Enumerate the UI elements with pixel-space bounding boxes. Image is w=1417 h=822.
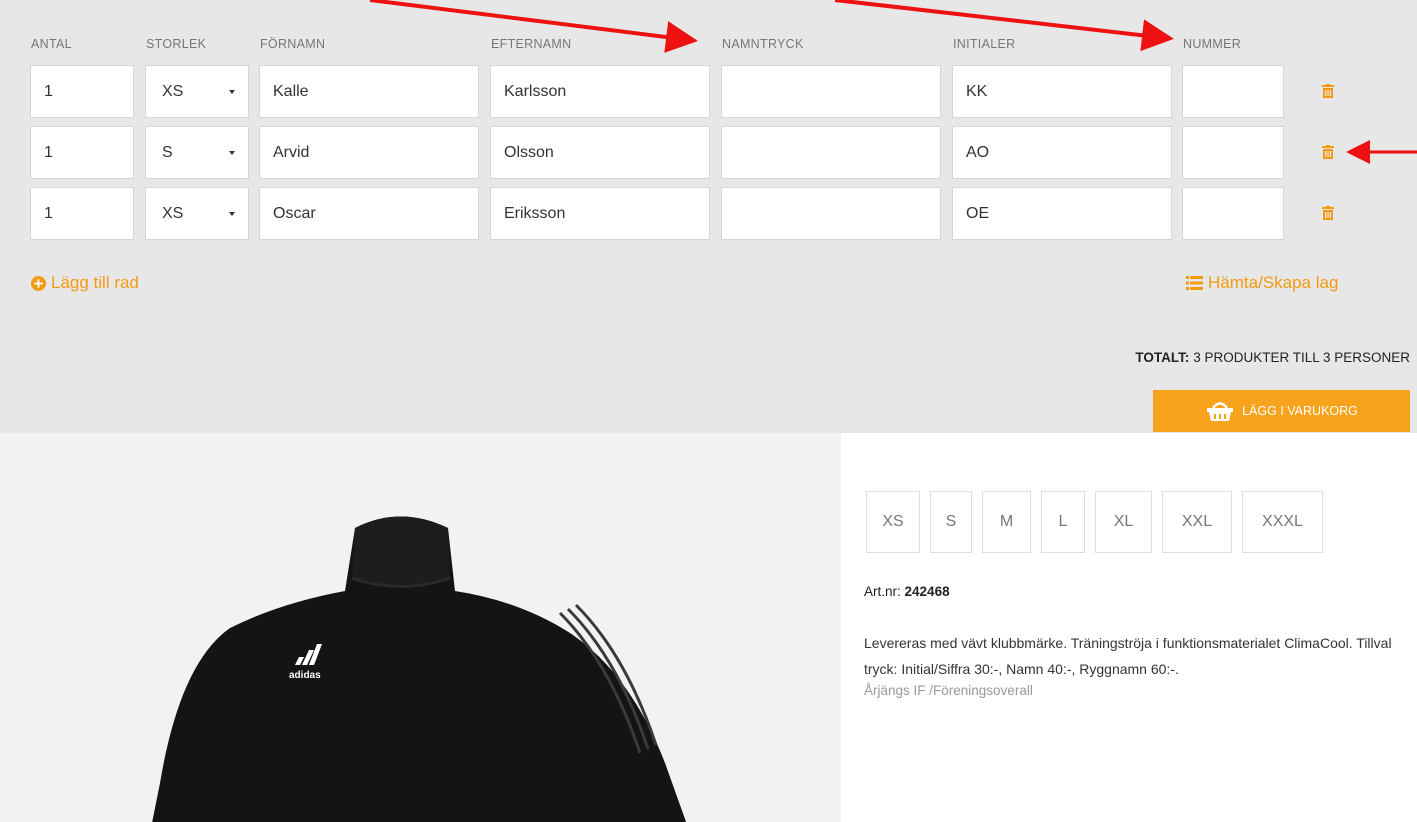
team-link[interactable]: Hämta/Skapa lag xyxy=(1186,273,1338,293)
col-header-nummer: NUMMER xyxy=(1183,37,1242,51)
artnr-label: Art.nr: xyxy=(864,584,901,599)
col-header-antal: ANTAL xyxy=(31,37,72,51)
nummer-input[interactable] xyxy=(1182,65,1284,118)
namntryck-input[interactable] xyxy=(721,126,941,179)
trash-icon[interactable] xyxy=(1322,145,1334,159)
order-panel: ANTAL STORLEK FÖRNAMN EFTERNAMN NAMNTRYC… xyxy=(0,0,1417,433)
add-row-label: Lägg till rad xyxy=(51,273,139,292)
jersey-image: adidas xyxy=(152,516,687,822)
chevron-down-icon xyxy=(229,212,235,216)
efternamn-input[interactable]: Karlsson xyxy=(490,65,710,118)
initialer-input[interactable]: OE xyxy=(952,187,1172,240)
chevron-down-icon xyxy=(229,151,235,155)
size-option-xs[interactable]: XS xyxy=(866,491,920,553)
total-label: TOTALT: xyxy=(1135,350,1190,365)
order-total: TOTALT: 3 PRODUKTER TILL 3 PERSONER xyxy=(1135,350,1410,365)
size-select[interactable]: XS xyxy=(145,187,249,240)
nummer-input[interactable] xyxy=(1182,187,1284,240)
fornamn-input[interactable]: Kalle xyxy=(259,65,479,118)
add-to-cart-button[interactable]: LÄGG I VARUKORG xyxy=(1153,390,1410,432)
logo-text: adidas xyxy=(289,670,321,681)
total-value: 3 PRODUKTER TILL 3 PERSONER xyxy=(1193,350,1410,365)
list-icon xyxy=(1186,276,1203,290)
size-select-value: XS xyxy=(162,83,184,100)
size-select[interactable]: XS xyxy=(145,65,249,118)
col-header-fornamn: FÖRNAMN xyxy=(260,37,326,51)
team-label: Hämta/Skapa lag xyxy=(1208,273,1339,292)
add-to-cart-label: LÄGG I VARUKORG xyxy=(1242,404,1358,418)
chevron-down-icon xyxy=(229,90,235,94)
antal-input[interactable]: 1 xyxy=(30,126,134,179)
efternamn-input[interactable]: Eriksson xyxy=(490,187,710,240)
size-option-xxl[interactable]: XXL xyxy=(1162,491,1232,553)
col-header-storlek: STORLEK xyxy=(146,37,207,51)
size-select-value: XS xyxy=(162,205,184,222)
trash-icon[interactable] xyxy=(1322,84,1334,98)
namntryck-input[interactable] xyxy=(721,65,941,118)
size-option-s[interactable]: S xyxy=(930,491,972,553)
size-select-value: S xyxy=(162,144,173,161)
basket-icon xyxy=(1207,402,1234,421)
fornamn-input[interactable]: Arvid xyxy=(259,126,479,179)
col-header-initialer: INITIALER xyxy=(953,37,1016,51)
initialer-input[interactable]: KK xyxy=(952,65,1172,118)
antal-input[interactable]: 1 xyxy=(30,65,134,118)
initialer-input[interactable]: AO xyxy=(952,126,1172,179)
size-select[interactable]: S xyxy=(145,126,249,179)
artnr-value: 242468 xyxy=(904,584,950,599)
nummer-input[interactable] xyxy=(1182,126,1284,179)
trash-icon[interactable] xyxy=(1322,206,1334,220)
col-header-efternamn: EFTERNAMN xyxy=(491,37,572,51)
fornamn-input[interactable]: Oscar xyxy=(259,187,479,240)
size-option-xxxl[interactable]: XXXL xyxy=(1242,491,1323,553)
article-number: Art.nr: 242468 xyxy=(864,584,950,599)
namntryck-input[interactable] xyxy=(721,187,941,240)
plus-circle-icon xyxy=(31,275,46,291)
size-option-m[interactable]: M xyxy=(982,491,1031,553)
size-option-xl[interactable]: XL xyxy=(1095,491,1152,553)
antal-input[interactable]: 1 xyxy=(30,187,134,240)
product-image: adidas xyxy=(0,433,841,822)
efternamn-input[interactable]: Olsson xyxy=(490,126,710,179)
add-row-link[interactable]: Lägg till rad xyxy=(31,273,139,293)
col-header-namntryck: NAMNTRYCK xyxy=(722,37,804,51)
size-option-l[interactable]: L xyxy=(1041,491,1085,553)
breadcrumb[interactable]: Årjängs IF /Föreningsoverall xyxy=(864,683,1033,698)
product-description: Levereras med vävt klubbmärke. Träningst… xyxy=(864,635,1392,677)
